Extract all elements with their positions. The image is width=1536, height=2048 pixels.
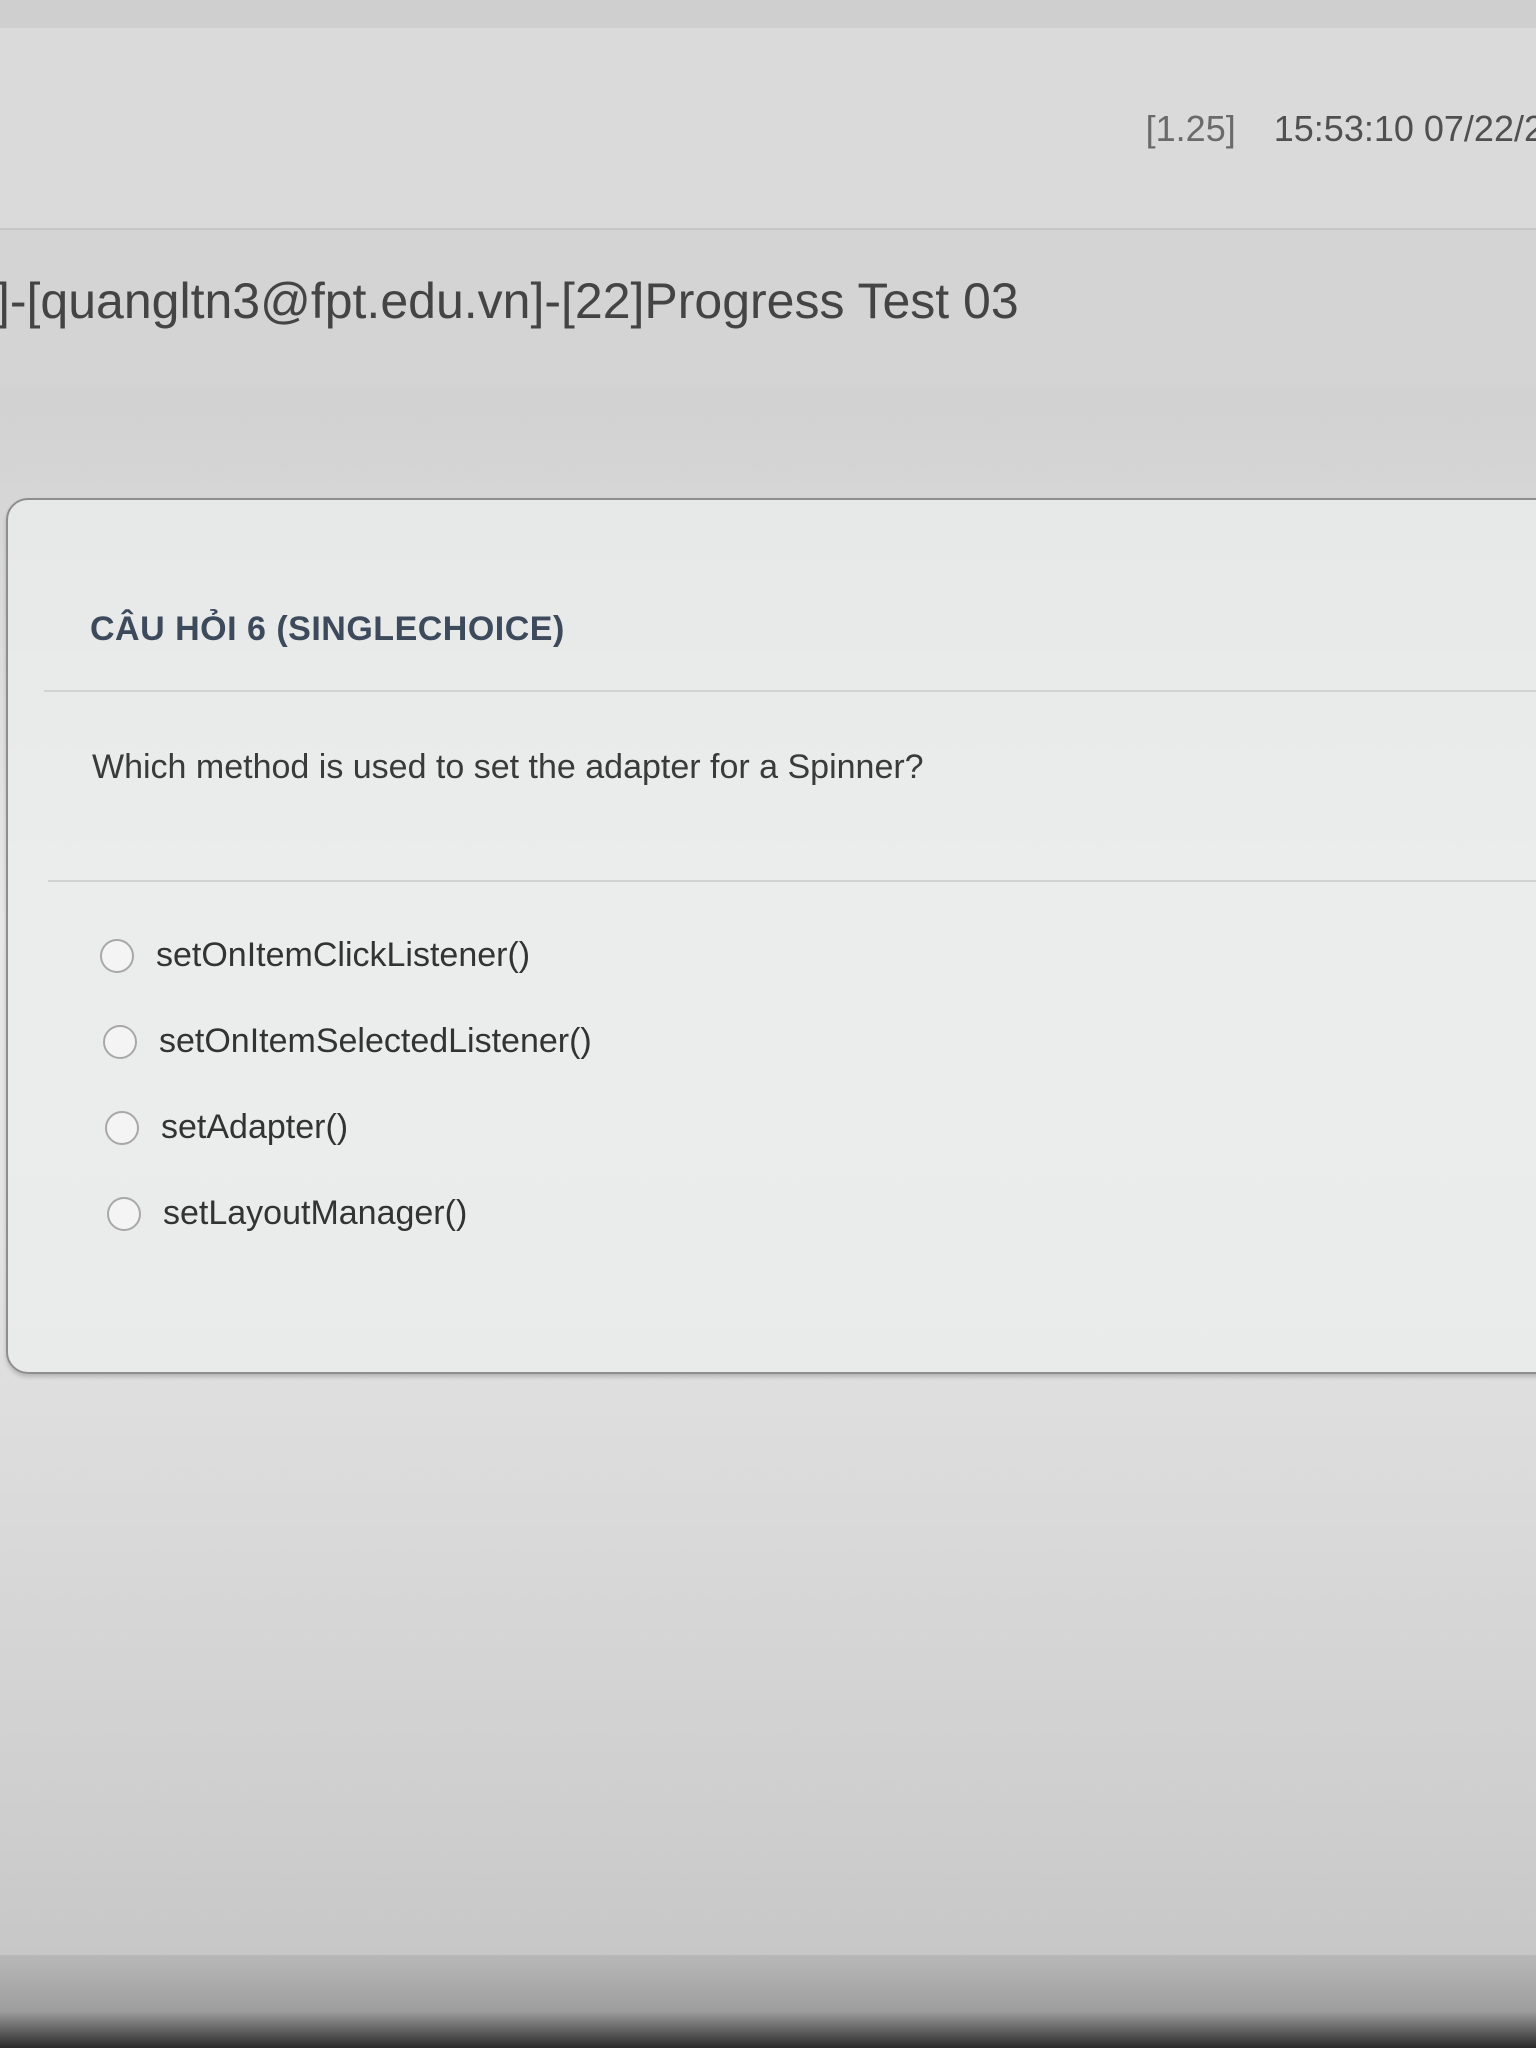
radio-button[interactable] (107, 1196, 141, 1231)
timer-display: [1.25] 15:53:10 07/22/2 (1146, 108, 1536, 150)
question-divider (48, 880, 1536, 882)
screen-bottom-edge (0, 1955, 1536, 2048)
header-divider (44, 690, 1536, 692)
question-text: Which method is used to set the adapter … (92, 748, 924, 786)
radio-button[interactable] (100, 938, 134, 973)
option-label: setAdapter() (161, 1108, 349, 1146)
answer-option-2[interactable]: setOnItemSelectedListener() (103, 1022, 592, 1061)
radio-button[interactable] (103, 1024, 137, 1059)
clock-timestamp: 15:53:10 07/22/2 (1273, 108, 1536, 149)
option-label: setOnItemSelectedListener() (159, 1022, 592, 1060)
answer-option-1[interactable]: setOnItemClickListener() (100, 936, 530, 975)
radio-button[interactable] (105, 1110, 139, 1145)
option-label: setLayoutManager() (163, 1194, 468, 1232)
question-header: CÂU HỎI 6 (SINGLECHOICE) (90, 610, 565, 648)
score-indicator: [1.25] (1145, 108, 1236, 149)
answer-option-3[interactable]: setAdapter() (105, 1108, 348, 1147)
answer-option-4[interactable]: setLayoutManager() (107, 1194, 467, 1233)
exam-title: ]-[quangltn3@fpt.edu.vn]-[22]Progress Te… (0, 273, 1019, 329)
window-top-strip (0, 0, 1536, 30)
option-label: setOnItemClickListener() (156, 936, 531, 974)
